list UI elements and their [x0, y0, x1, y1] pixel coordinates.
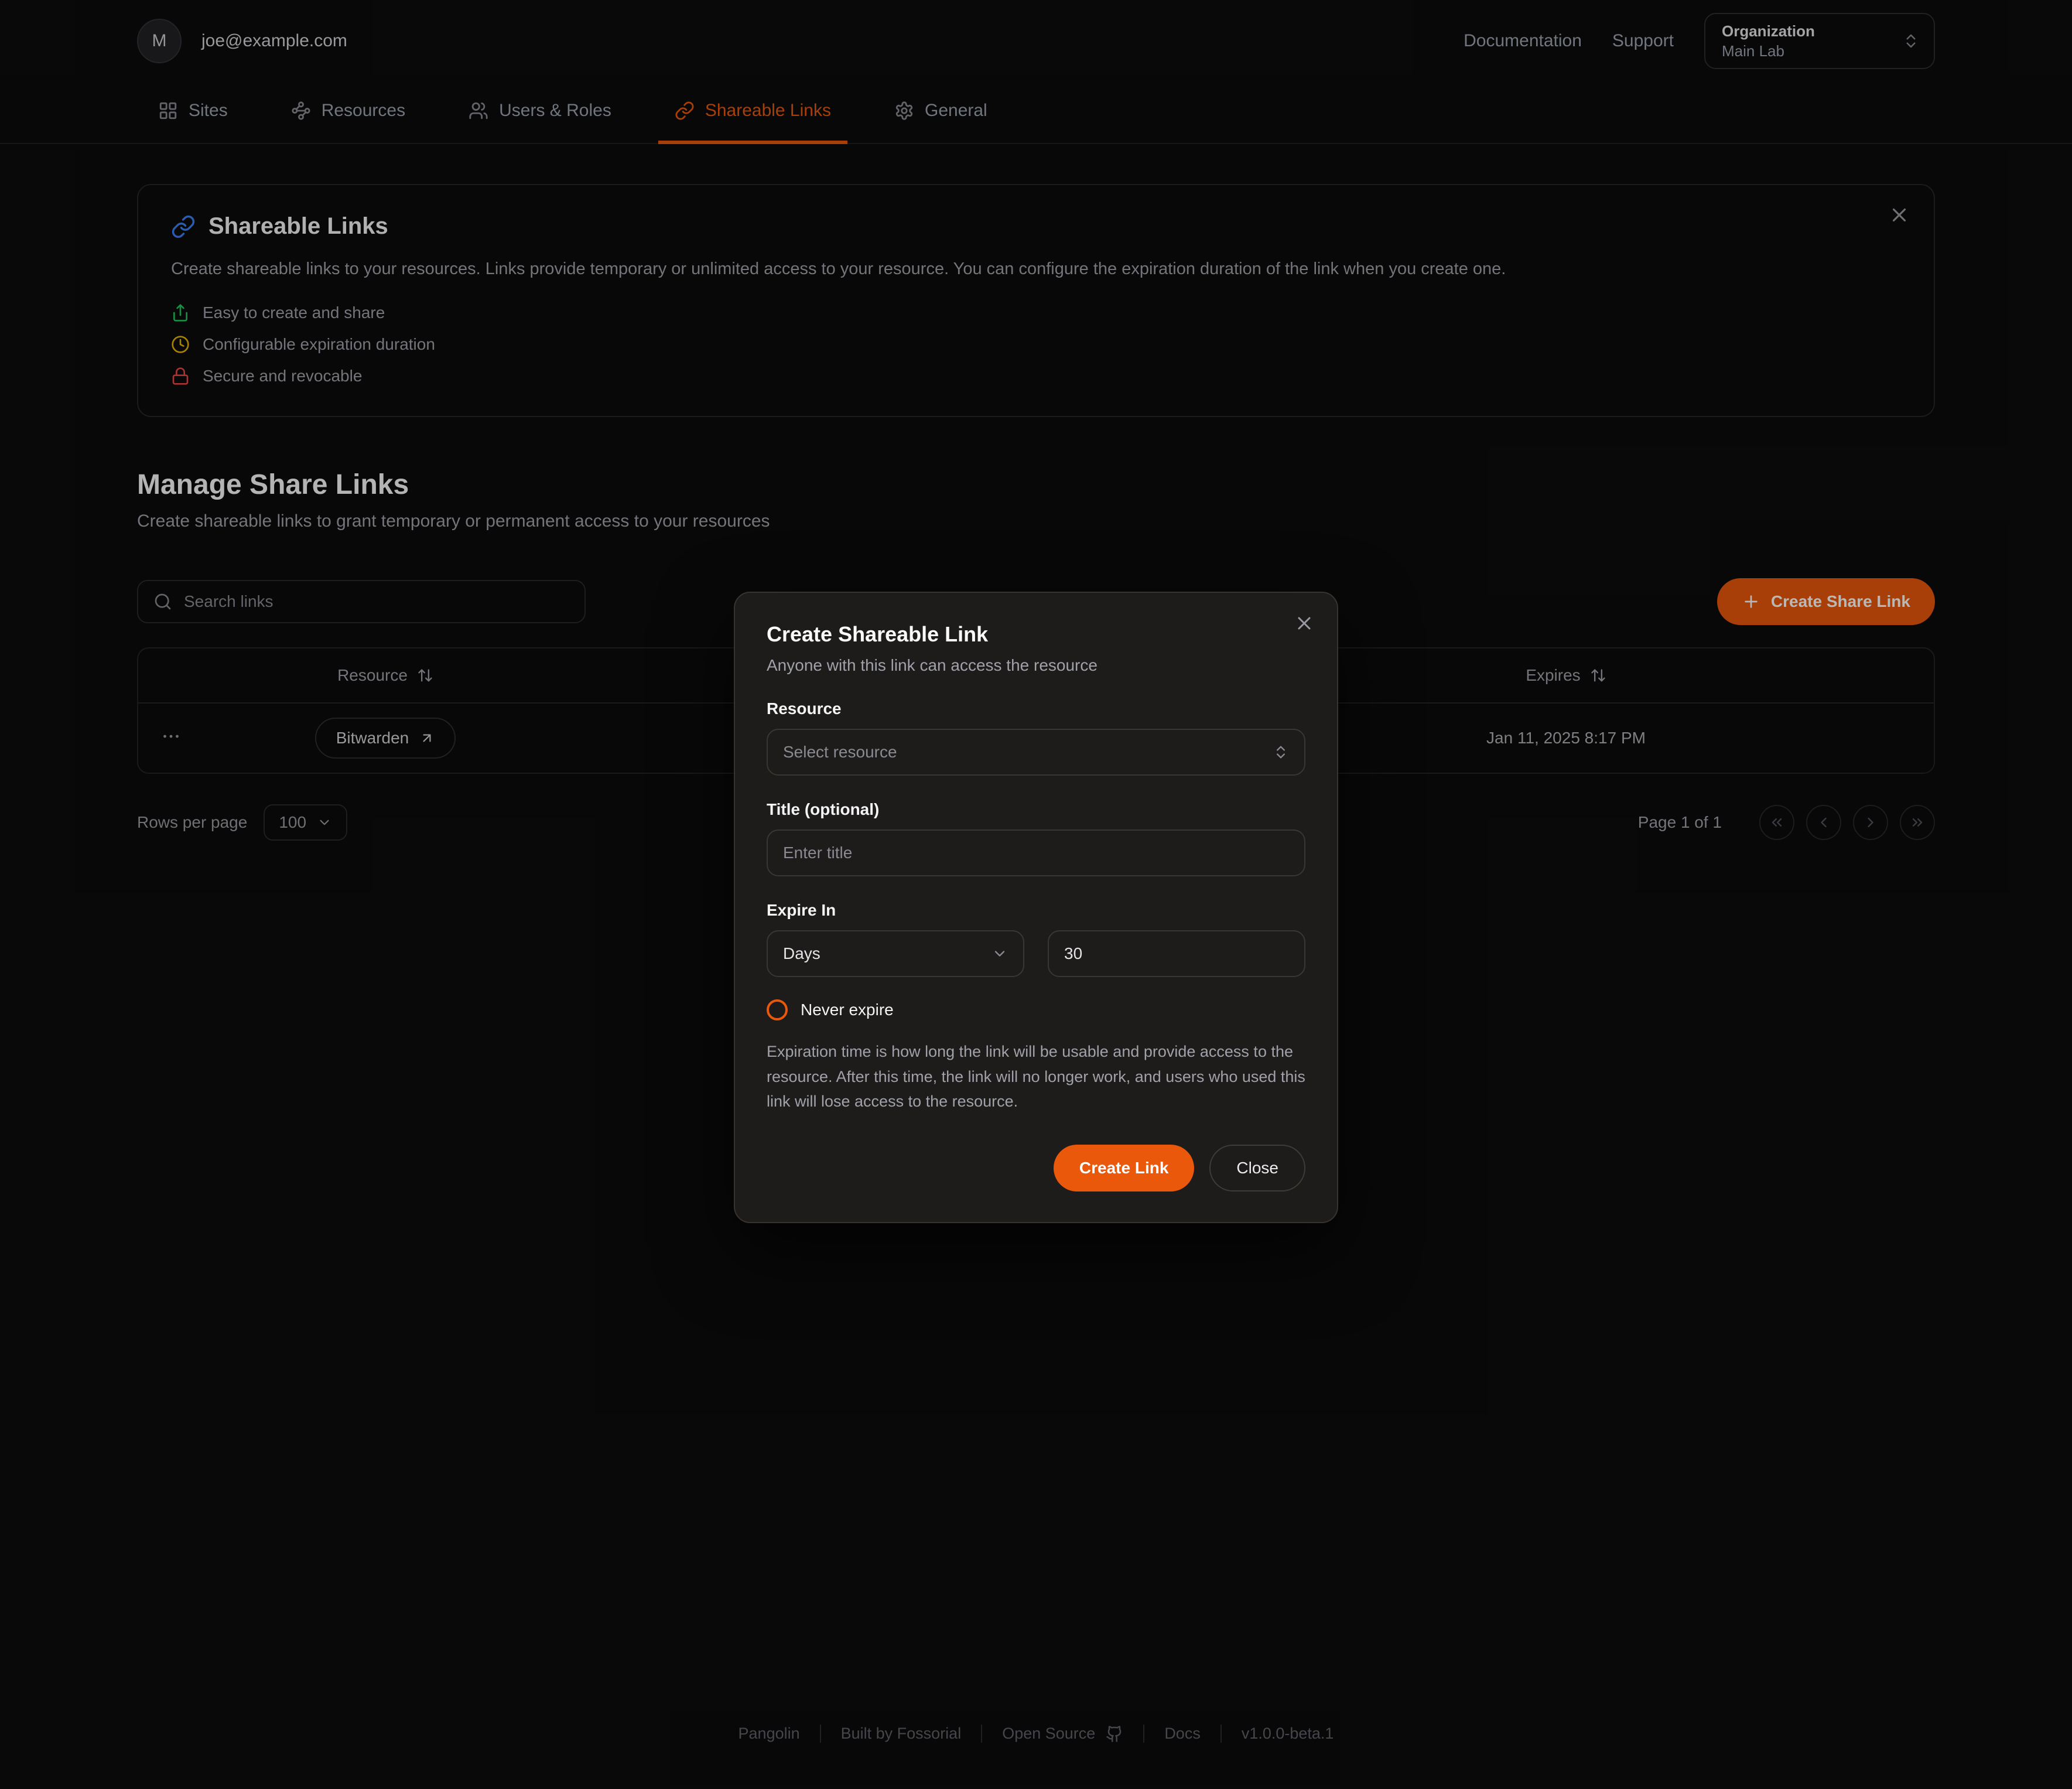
- title-input[interactable]: [767, 829, 1305, 876]
- expire-unit-value: Days: [783, 944, 820, 963]
- expire-unit-select[interactable]: Days: [767, 930, 1024, 977]
- never-expire-label: Never expire: [801, 1001, 894, 1019]
- radio-icon: [767, 999, 788, 1020]
- create-link-button[interactable]: Create Link: [1054, 1145, 1195, 1191]
- chevrons-up-down-icon: [1273, 744, 1289, 760]
- resource-select-placeholder: Select resource: [783, 743, 897, 762]
- chevron-down-icon: [991, 945, 1008, 962]
- expiration-note: Expiration time is how long the link wil…: [767, 1039, 1305, 1114]
- expire-amount-input[interactable]: [1048, 930, 1305, 977]
- modal-close-icon[interactable]: [1294, 613, 1315, 634]
- modal-title: Create Shareable Link: [767, 622, 1305, 647]
- modal-subtitle: Anyone with this link can access the res…: [767, 656, 1305, 675]
- never-expire-option[interactable]: Never expire: [767, 999, 1305, 1020]
- expire-in-label: Expire In: [767, 901, 1305, 920]
- resource-select[interactable]: Select resource: [767, 729, 1305, 776]
- app-root: M joe@example.com Documentation Support …: [0, 0, 2072, 1789]
- resource-field-label: Resource: [767, 699, 1305, 718]
- close-button[interactable]: Close: [1209, 1145, 1305, 1191]
- create-shareable-link-modal: Create Shareable Link Anyone with this l…: [734, 592, 1338, 1223]
- title-field-label: Title (optional): [767, 800, 1305, 819]
